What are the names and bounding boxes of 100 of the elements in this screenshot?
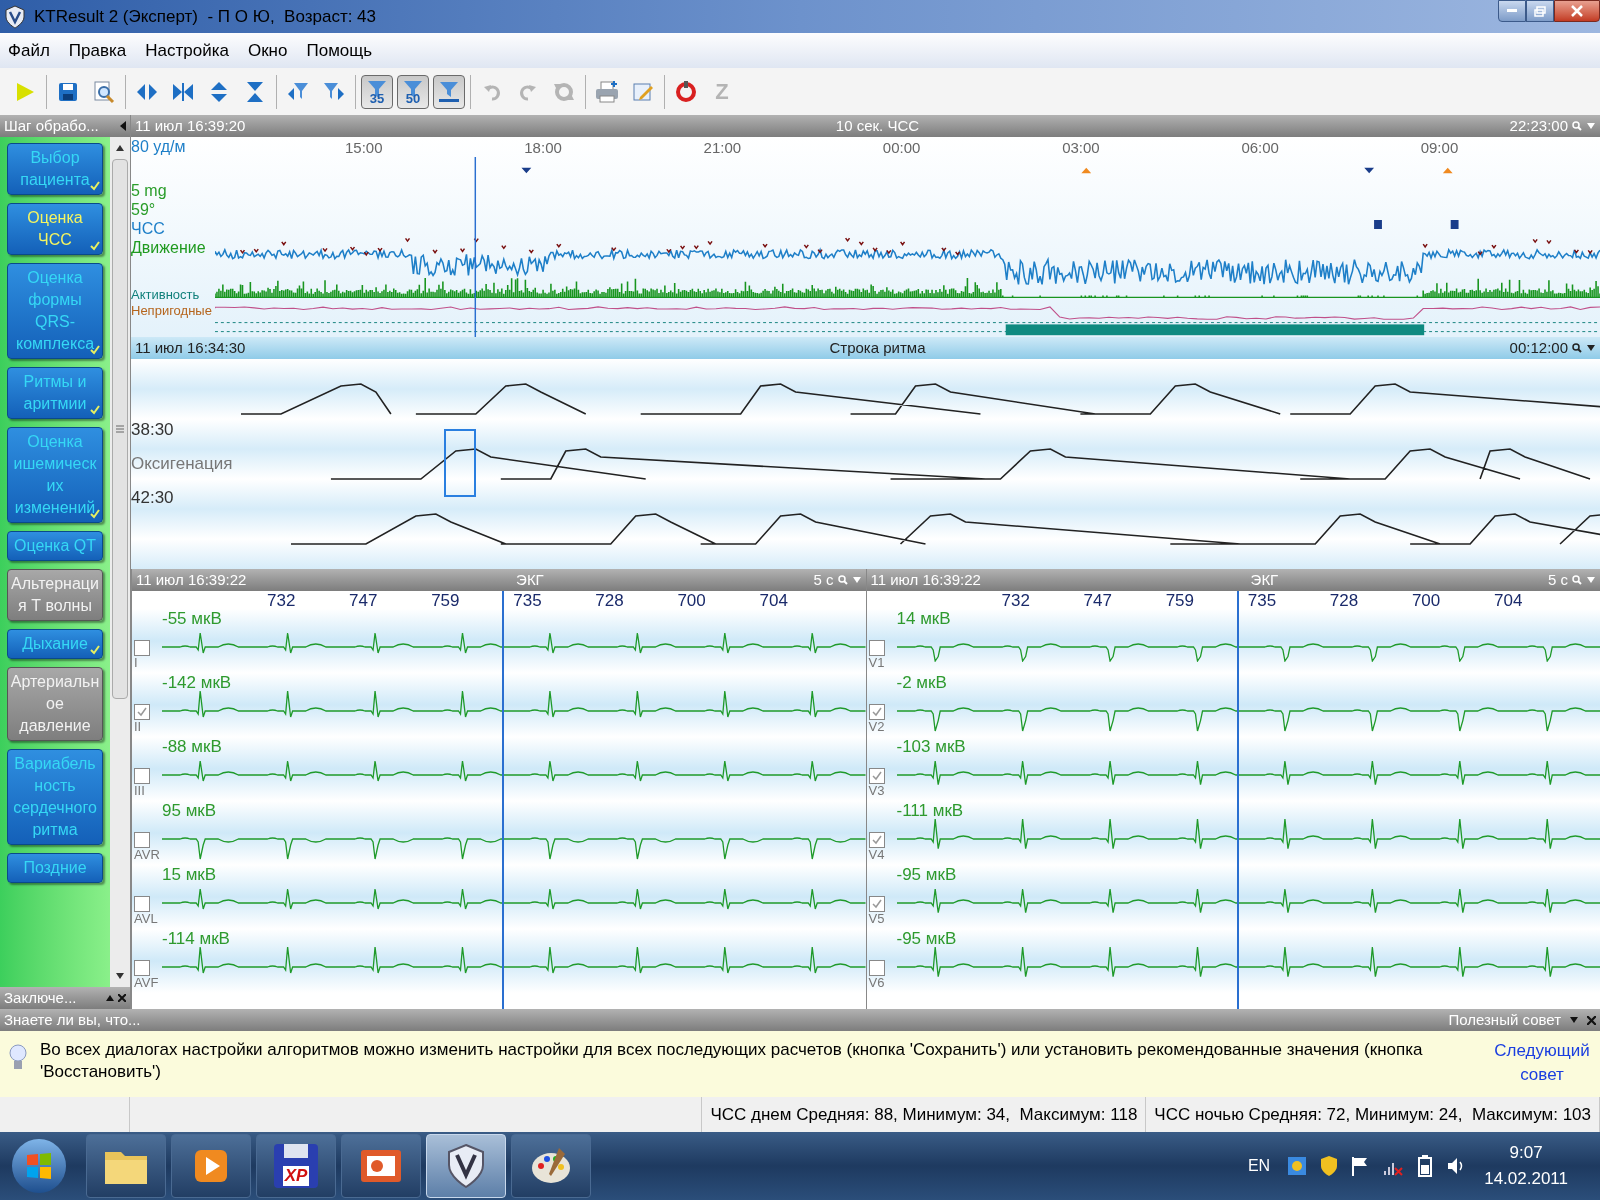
time-tick: 09:00 [1420,139,1459,156]
caret-up-icon[interactable] [106,995,114,1001]
dropdown-arrow-icon[interactable] [1569,1016,1579,1024]
shield-app-icon [445,1143,487,1189]
restore-icon [1534,5,1546,17]
taskbar-app[interactable] [171,1134,251,1198]
rr-interval: 747 [1083,591,1112,609]
lead-amplitude: -95 мкВ [896,929,957,949]
step-button[interactable]: Выбор пациента [7,143,103,195]
lead-checkbox[interactable] [134,960,150,976]
language-indicator[interactable]: EN [1247,1154,1271,1178]
close-icon[interactable] [1587,1015,1596,1025]
lead-checkbox[interactable] [134,896,150,912]
tip-panel-title: Полезный совет [1448,1009,1561,1030]
footer-title: Заключе... [4,987,78,1008]
taskbar-app[interactable] [341,1134,421,1198]
lead-name: V3 [868,784,885,797]
toolbar-button[interactable]: 35 [361,74,393,109]
rr-interval: 735 [513,591,542,609]
selection-frame[interactable] [444,429,476,497]
time-cursor[interactable] [474,157,476,337]
lead-checkbox[interactable] [134,704,150,720]
clock-date[interactable]: 14.02.2011 [1484,1166,1568,1192]
restore-button[interactable] [1526,0,1554,22]
window-title: KTResult 2 (Эксперт) - П О Ю, Возраст: 43 [34,5,378,28]
time-tick: 15:00 [345,139,383,156]
scroll-up-icon[interactable] [116,145,124,151]
lead-checkbox[interactable] [134,640,150,656]
tray-app-icon[interactable] [1286,1155,1309,1177]
ring-icon [674,79,698,104]
channel-label: 5 mg [131,181,168,200]
check-icon [871,899,882,909]
lead-amplitude: -103 мкВ [896,737,966,757]
lead-name: AVF [134,976,159,989]
menu-item[interactable]: Настройка [145,37,229,64]
panel-range: 00:12:00 [1509,337,1568,358]
check-icon [871,835,882,845]
windows-logo-icon [24,1151,54,1181]
taskbar-app[interactable] [86,1134,166,1198]
minimize-button[interactable] [1498,0,1526,22]
panel-title: ЭКГ [1250,569,1279,590]
toolbar-button[interactable] [433,74,465,109]
close-icon[interactable] [118,994,126,1002]
time-cursor[interactable] [1236,591,1239,1009]
lead-checkbox[interactable] [134,768,150,784]
check-icon [90,241,100,251]
device-marker-icon [1374,220,1459,229]
taskbar-app[interactable] [511,1134,591,1198]
time-tick: 18:00 [524,139,562,156]
lead-checkbox[interactable] [868,704,885,720]
lead-amplitude: 15 мкВ [162,865,217,885]
step-button[interactable]: Оценка QT [7,531,103,561]
lead-checkbox[interactable] [868,640,885,656]
menu-item[interactable]: Правка [68,37,127,64]
step-button[interactable]: Оценка ишемических изменений [7,427,103,523]
step-button[interactable]: Дыхание [7,629,103,659]
time-tick: 03:00 [1062,139,1100,156]
lead-name: III [134,784,145,797]
lead-checkbox[interactable] [868,832,885,848]
lead-checkbox[interactable] [868,960,885,976]
rhythm-label: 38:30 [131,419,175,441]
battery-icon[interactable] [1416,1155,1435,1177]
inward-arrows-icon [171,80,195,103]
step-button[interactable]: Оценка ЧСС [7,203,103,255]
menu-item[interactable]: Файл [8,37,50,64]
step-button[interactable]: Вариабельность сердечного ритма [7,749,103,845]
check-icon [871,707,882,717]
close-button[interactable] [1554,0,1600,22]
lead-name: I [134,656,138,669]
lead-checkbox[interactable] [868,896,885,912]
lead-amplitude: -88 мкВ [162,737,222,757]
rhythm-label: 42:30 [131,487,175,509]
shield-logo-icon [4,4,26,29]
scroll-down-icon[interactable] [116,973,124,979]
lead-amplitude: -55 мкВ [162,609,222,629]
menu-item[interactable]: Помощь [306,37,373,64]
taskbar-app[interactable]: XP [256,1134,336,1198]
lead-amplitude: -2 мкВ [896,673,947,693]
lead-name: V4 [868,848,885,861]
check-icon [90,645,100,655]
rr-interval: 728 [1329,591,1359,609]
clock-time[interactable]: 9:07 [1509,1140,1543,1166]
funnel-line-icon [437,79,461,104]
step-button[interactable]: Ритмы и аритмии [7,367,103,419]
rhythm-label: Оксигенация [131,453,234,475]
menu-item[interactable]: Окно [247,37,288,64]
next-tip-link[interactable]: Следующий совет [1492,1039,1592,1087]
start-button[interactable] [12,1139,66,1193]
scroll-thumb[interactable] [112,159,128,699]
scrollbar[interactable] [110,137,130,987]
lead-checkbox[interactable] [134,832,150,848]
shield-icon[interactable] [1320,1155,1339,1177]
step-button[interactable]: Поздние [7,853,103,883]
dropdown-arrow-icon[interactable] [1586,344,1596,352]
collapse-left-icon[interactable] [120,121,126,131]
panel-title: 10 сек. ЧСС [835,115,920,136]
step-button[interactable]: Оценка формы QRS-комплекса [7,263,103,359]
zoom-icon[interactable] [1572,343,1582,353]
lead-checkbox[interactable] [868,768,885,784]
toolbar-button[interactable]: 50 [397,74,429,109]
